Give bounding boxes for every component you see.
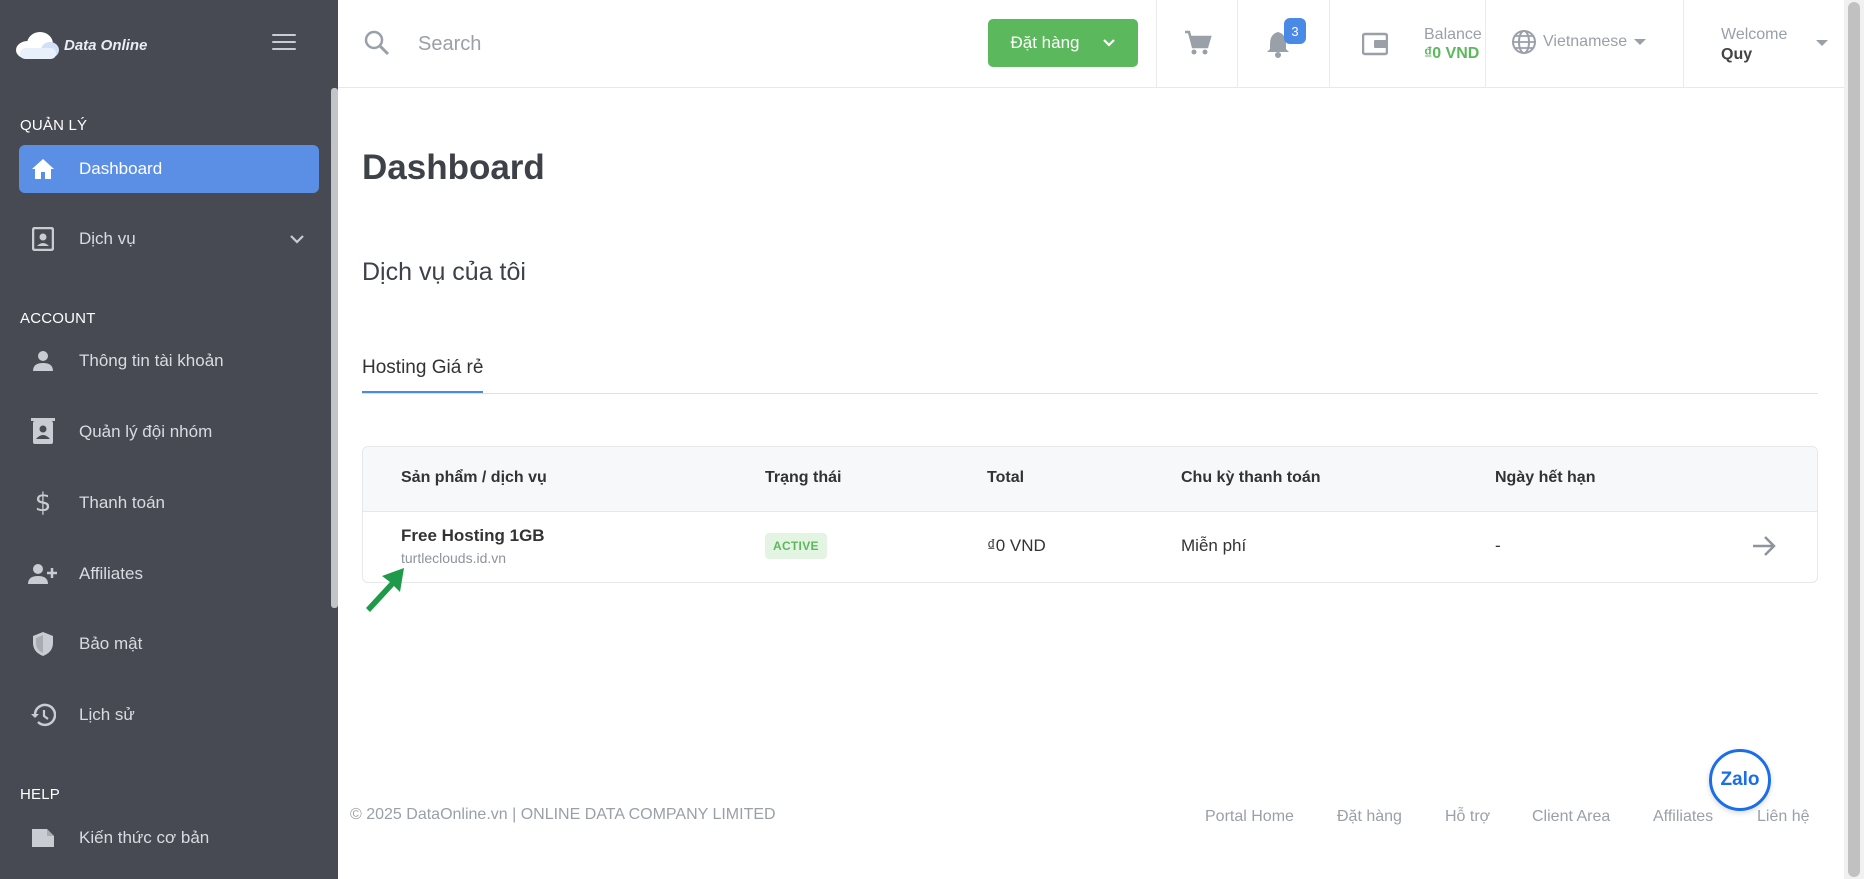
services-table: Sản phẩm / dịch vụ Trạng thái Total Chu … xyxy=(362,446,1818,583)
sidebar-scrollbar[interactable] xyxy=(331,88,338,608)
footer-link-client-area[interactable]: Client Area xyxy=(1532,808,1610,826)
book-icon xyxy=(19,828,67,848)
sidebar-item-security[interactable]: Bảo mật xyxy=(19,620,319,668)
divider xyxy=(1156,0,1157,88)
status-badge: ACTIVE xyxy=(765,533,827,559)
divider xyxy=(1329,0,1330,88)
billing-cycle: Miễn phí xyxy=(1181,536,1247,555)
language-label: Vietnamese xyxy=(1543,33,1628,50)
search-icon xyxy=(364,30,390,56)
sidebar-item-label: Lịch sử xyxy=(79,705,135,724)
team-icon xyxy=(19,418,67,446)
zalo-chat-button[interactable]: Zalo xyxy=(1709,749,1771,811)
globe-icon xyxy=(1512,30,1536,54)
column-header: Total xyxy=(987,469,1025,486)
total-value: ₫0 VND xyxy=(987,536,1046,555)
cart-icon[interactable] xyxy=(1184,30,1212,56)
product-domain: turtleclouds.id.vn xyxy=(401,550,507,566)
sidebar: Data Online QUẢN LÝ Dashboard Dịch vụ AC… xyxy=(0,0,338,879)
welcome-label: Welcome xyxy=(1721,26,1788,43)
sidebar-item-affiliates[interactable]: Affiliates xyxy=(19,550,319,598)
caret-down-icon xyxy=(1634,39,1647,45)
wallet-icon xyxy=(1362,32,1388,56)
user-icon xyxy=(19,350,67,372)
sidebar-item-team[interactable]: Quản lý đội nhóm xyxy=(19,408,319,456)
user-plus-icon xyxy=(19,563,67,585)
page-scrollbar[interactable] xyxy=(1844,0,1864,879)
page-scrollbar-thumb[interactable] xyxy=(1848,2,1860,877)
user-menu[interactable]: Welcome Quy xyxy=(1721,26,1828,64)
tabs-divider xyxy=(362,393,1818,394)
contact-card-icon xyxy=(19,227,67,251)
arrow-right-icon[interactable] xyxy=(1751,534,1777,558)
section-title-help: HELP xyxy=(20,786,60,803)
shield-icon xyxy=(19,631,67,657)
chevron-down-icon xyxy=(1102,39,1115,47)
language-selector[interactable]: Vietnamese xyxy=(1511,29,1647,55)
column-header: Sản phẩm / dịch vụ xyxy=(401,469,547,486)
dollar-icon: $ xyxy=(34,488,52,518)
section-title-manage: QUẢN LÝ xyxy=(20,117,88,134)
notification-badge: 3 xyxy=(1284,18,1306,44)
balance-label: Balance xyxy=(1424,26,1482,43)
section-title: Dịch vụ của tôi xyxy=(362,258,526,286)
sidebar-item-billing[interactable]: $ Thanh toán xyxy=(19,479,319,527)
brand-logo[interactable]: Data Online xyxy=(14,30,147,60)
home-icon xyxy=(19,158,67,180)
column-header: Trạng thái xyxy=(765,469,842,486)
caret-down-icon xyxy=(1816,40,1828,46)
sidebar-item-knowledge-base[interactable]: Kiến thức cơ bản xyxy=(19,814,319,862)
column-header: Ngày hết hạn xyxy=(1495,469,1596,486)
sidebar-item-label: Quản lý đội nhóm xyxy=(79,422,213,441)
expiry-date: - xyxy=(1495,536,1501,555)
order-button-label: Đặt hàng xyxy=(1010,33,1080,52)
user-name: Quy xyxy=(1721,46,1753,63)
search-input[interactable] xyxy=(418,24,918,64)
footer-link-contact[interactable]: Liên hệ xyxy=(1757,808,1810,826)
sidebar-item-history[interactable]: Lịch sử xyxy=(19,691,319,739)
copyright: © 2025 DataOnline.vn | ONLINE DATA COMPA… xyxy=(350,806,776,823)
tab-hosting[interactable]: Hosting Giá rẻ xyxy=(362,357,484,393)
sidebar-item-label: Thông tin tài khoản xyxy=(79,351,224,370)
sidebar-item-label: Thanh toán xyxy=(79,493,166,512)
top-bar: Đặt hàng 3 Balance ₫0 VND Vietnamese Wel… xyxy=(338,0,1844,88)
chevron-down-icon xyxy=(290,235,304,244)
page-title: Dashboard xyxy=(362,148,545,187)
sidebar-item-label: Bảo mật xyxy=(79,634,143,653)
footer-link-affiliates[interactable]: Affiliates xyxy=(1653,808,1713,826)
table-header: Sản phẩm / dịch vụ Trạng thái Total Chu … xyxy=(363,447,1817,512)
sidebar-item-dashboard[interactable]: Dashboard xyxy=(19,145,319,193)
section-title-account: ACCOUNT xyxy=(20,310,96,327)
table-row[interactable]: Free Hosting 1GB turtleclouds.id.vn ACTI… xyxy=(363,512,1817,582)
sidebar-item-label: Affiliates xyxy=(79,564,143,583)
menu-toggle-icon[interactable] xyxy=(272,34,296,52)
product-name[interactable]: Free Hosting 1GB xyxy=(401,526,545,546)
balance-value: ₫0 VND xyxy=(1424,45,1480,62)
footer-link-support[interactable]: Hỗ trợ xyxy=(1445,808,1490,826)
cloud-icon xyxy=(16,32,59,59)
sidebar-item-label: Kiến thức cơ bản xyxy=(79,828,210,847)
zalo-label: Zalo xyxy=(1720,769,1760,790)
sidebar-item-services[interactable]: Dịch vụ xyxy=(19,215,319,263)
divider xyxy=(1485,0,1486,88)
sidebar-item-account-info[interactable]: Thông tin tài khoản xyxy=(19,337,319,385)
footer-link-portal-home[interactable]: Portal Home xyxy=(1205,808,1294,826)
order-button[interactable]: Đặt hàng xyxy=(988,19,1138,67)
sidebar-item-label: Dịch vụ xyxy=(79,229,136,248)
annotation-arrow-icon xyxy=(366,568,404,612)
divider xyxy=(1237,0,1238,88)
footer-link-order[interactable]: Đặt hàng xyxy=(1337,808,1402,826)
brand-name: Data Online xyxy=(64,36,148,54)
sidebar-item-label: Dashboard xyxy=(79,159,163,178)
column-header: Chu kỳ thanh toán xyxy=(1181,469,1321,486)
divider xyxy=(1683,0,1684,88)
history-icon xyxy=(19,703,67,727)
